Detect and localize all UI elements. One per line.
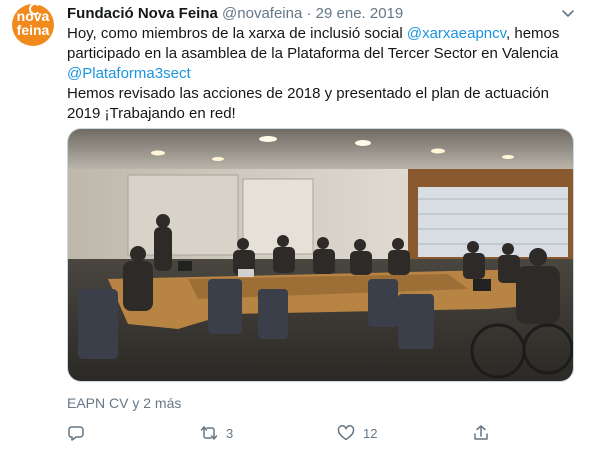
reply-button[interactable] (67, 423, 85, 443)
tweet-header: Fundació Nova Feina @novafeina · 29 ene.… (67, 4, 403, 24)
tweet-photo[interactable] (67, 128, 574, 382)
share-button[interactable] (472, 423, 490, 443)
tweet-line-2: participado en la asamblea de la Platafo… (67, 45, 559, 62)
reply-icon (68, 426, 84, 441)
text-segment: , hemos (506, 25, 560, 42)
share-icon (474, 425, 488, 440)
tweet-date[interactable]: 29 ene. 2019 (316, 5, 404, 22)
tweet-text: Hoy, como miembros de la xarxa de inclus… (67, 24, 567, 124)
retweet-icon (200, 426, 218, 440)
chevron-down-icon[interactable] (561, 6, 575, 20)
author-handle[interactable]: @novafeina (222, 5, 302, 22)
tweet-line-5: 2019 ¡Trabajando en red! (67, 105, 236, 122)
retweet-count: 3 (226, 425, 234, 441)
meeting-room-photo (68, 129, 573, 381)
text-segment: Hoy, como miembros de la xarxa de inclus… (67, 25, 407, 42)
tweet-line-4: Hemos revisado las acciones de 2018 y pr… (67, 85, 549, 102)
tagged-users[interactable]: EAPN CV y 2 más (67, 394, 181, 412)
avatar-logo-bottom: feina (16, 22, 50, 38)
avatar[interactable]: nova feina (12, 4, 54, 46)
tweet-actions: 3 12 (67, 423, 567, 443)
tweet-line-1: Hoy, como miembros de la xarxa de inclus… (67, 24, 567, 44)
mention-link[interactable]: @xarxaeapncv (407, 25, 506, 42)
mention-link[interactable]: @Plataforma3sect (67, 64, 567, 84)
like-count: 12 (363, 425, 378, 441)
avatar-logo-top: nova (16, 8, 50, 24)
like-button[interactable]: 12 (337, 423, 377, 443)
heart-icon (337, 425, 355, 441)
retweet-button[interactable]: 3 (200, 423, 233, 443)
separator: · (306, 5, 312, 22)
author-name[interactable]: Fundació Nova Feina (67, 5, 218, 22)
